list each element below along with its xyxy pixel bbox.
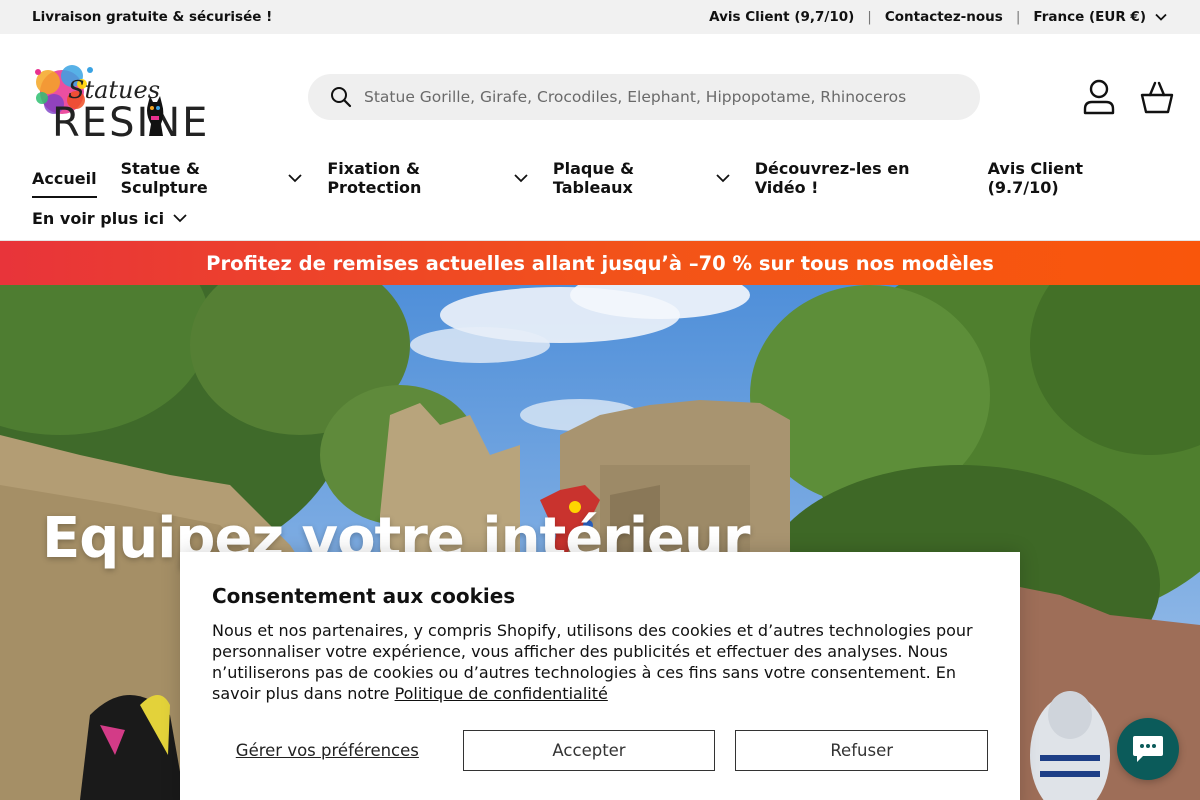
contact-link[interactable]: Contactez-nous xyxy=(885,9,1003,25)
cookie-body: Nous et nos partenaires, y compris Shopi… xyxy=(212,620,988,704)
country-selector[interactable]: France (EUR €) xyxy=(1033,9,1168,25)
chat-bubble-icon xyxy=(1131,734,1165,764)
chevron-down-icon xyxy=(715,170,731,186)
chevron-down-icon xyxy=(1154,10,1168,24)
store-logo[interactable]: Statues RESINE xyxy=(32,54,220,140)
promo-text: Profitez de remises actuelles allant jus… xyxy=(206,251,994,275)
nav-item-label: Plaque & Tableaux xyxy=(552,159,635,197)
nav-item-label: Fixation & Protection xyxy=(327,159,422,197)
nav-item-label: Accueil xyxy=(32,168,97,188)
topbar-links: Avis Client (9,7/10) | Contactez-nous | … xyxy=(709,9,1168,25)
nav-item-videos[interactable]: Découvrez-les en Vidéo ! xyxy=(755,159,964,201)
privacy-policy-link[interactable]: Politique de confidentialité xyxy=(395,684,608,703)
nav-item-plaque-tableaux[interactable]: Plaque & Tableaux xyxy=(553,159,731,201)
promo-banner: Profitez de remises actuelles allant jus… xyxy=(0,241,1200,285)
separator: | xyxy=(867,9,872,25)
announcement-bar: Livraison gratuite & sécurisée ! Avis Cl… xyxy=(0,0,1200,34)
nav-item-accueil[interactable]: Accueil xyxy=(32,168,97,198)
nav-item-label: Avis Client (9.7/10) xyxy=(987,159,1084,197)
nav-item-avis-client[interactable]: Avis Client (9.7/10) xyxy=(988,159,1148,201)
reject-button[interactable]: Refuser xyxy=(735,730,988,771)
chevron-down-icon xyxy=(513,170,529,186)
search-input[interactable] xyxy=(364,88,944,106)
cart-icon[interactable] xyxy=(1140,78,1174,116)
nav-item-label: Statue & Sculpture xyxy=(120,159,208,197)
cookie-actions: Gérer vos préférences Accepter Refuser xyxy=(212,730,988,771)
logo-wordmark: RESINE xyxy=(52,100,209,140)
search-icon[interactable] xyxy=(330,86,352,108)
nav-item-more[interactable]: En voir plus ici xyxy=(32,209,188,232)
cookie-title: Consentement aux cookies xyxy=(212,584,516,608)
nav-item-statue-sculpture[interactable]: Statue & Sculpture xyxy=(121,159,304,201)
separator: | xyxy=(1015,9,1021,25)
nav-item-fixation-protection[interactable]: Fixation & Protection xyxy=(327,159,529,201)
accept-button[interactable]: Accepter xyxy=(462,730,716,771)
country-label: France (EUR €) xyxy=(1033,9,1146,25)
shipping-message: Livraison gratuite & sécurisée ! xyxy=(32,9,273,25)
chevron-down-icon xyxy=(287,170,303,186)
cookie-consent-dialog: Consentement aux cookies Nous et nos par… xyxy=(180,552,1020,800)
chat-button[interactable] xyxy=(1117,718,1179,780)
nav-item-label: En voir plus ici xyxy=(32,208,165,228)
search-bar[interactable] xyxy=(308,74,980,120)
account-icon[interactable] xyxy=(1082,78,1116,116)
main-navigation: Accueil Statue & Sculpture Fixation & Pr… xyxy=(32,159,1172,236)
manage-preferences-button[interactable]: Gérer vos préférences xyxy=(212,741,443,760)
reviews-link[interactable]: Avis Client (9,7/10) xyxy=(709,9,854,25)
nav-item-label: Découvrez-les en Vidéo ! xyxy=(754,159,910,197)
chevron-down-icon xyxy=(172,210,188,226)
header-actions xyxy=(1082,78,1174,116)
